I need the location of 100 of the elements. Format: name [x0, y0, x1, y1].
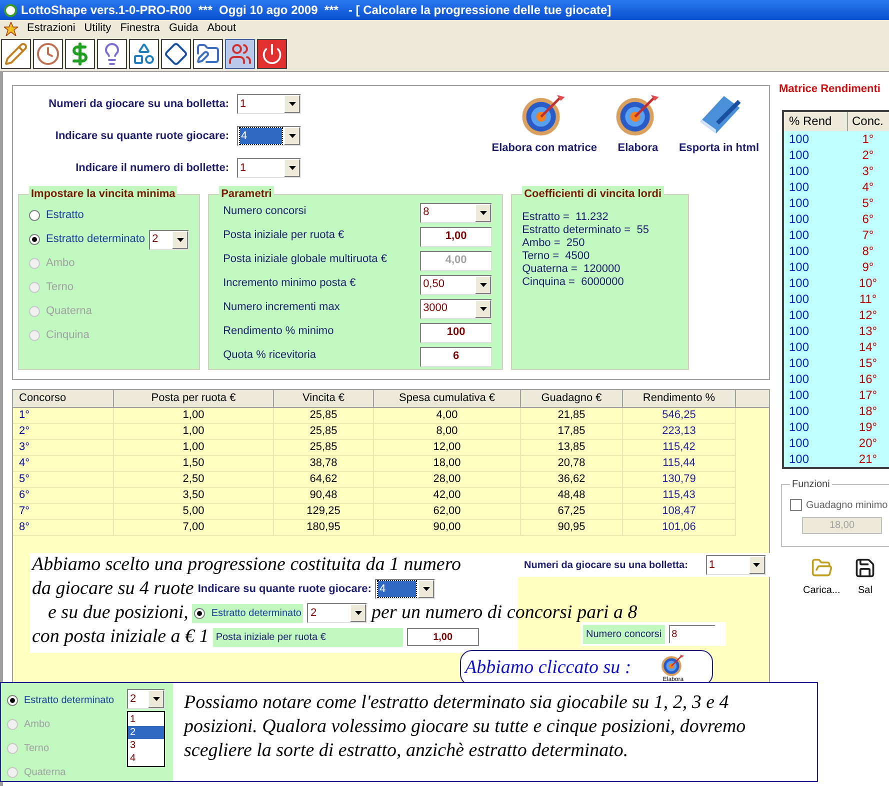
column-header[interactable]: Posta per ruota €	[114, 390, 274, 408]
dropdown-field[interactable]: 0,50	[420, 274, 492, 294]
toolbar-button[interactable]	[65, 39, 95, 69]
dropdown-field[interactable]: 1	[237, 94, 301, 114]
table-cell: 115,43	[623, 488, 736, 504]
action-button[interactable]: Elabora	[614, 92, 661, 156]
table-cell: 21,85	[521, 408, 623, 424]
dropdown-option[interactable]: 3	[128, 739, 164, 752]
column-header[interactable]: % Rend	[784, 112, 848, 130]
dropdown-field[interactable]: 4	[237, 126, 301, 146]
table-cell-text: 2°	[861, 146, 875, 162]
note-text: Abbiamo scelto una progressione costituita da 1 numero	[32, 552, 462, 577]
toolbar-button[interactable]	[97, 39, 127, 69]
table-cell: 90,48	[274, 488, 374, 504]
caret-icon	[480, 210, 487, 214]
column-header[interactable]: Vincita €	[274, 390, 374, 408]
radio-button[interactable]	[194, 608, 206, 618]
column-header[interactable]: Spesa cumulativa €	[374, 390, 521, 408]
field-label: Quota % ricevitoria	[223, 348, 316, 362]
toolbar-button[interactable]	[33, 39, 63, 69]
table-cell-text: 100	[788, 322, 810, 338]
table-cell: 13,85	[521, 440, 623, 456]
action-button[interactable]: Esporta in html	[678, 92, 759, 156]
dropdown-option[interactable]: 2	[128, 726, 164, 739]
table-cell-text: 3°	[861, 162, 875, 178]
table-cell: 5,00	[114, 504, 274, 520]
table-cell: 1,00	[114, 408, 274, 424]
input-field[interactable]: 6	[420, 346, 492, 366]
toolbar-button[interactable]	[129, 39, 159, 69]
dropdown-option[interactable]: 4	[128, 752, 164, 765]
radio-label: Estratto determinato	[211, 606, 302, 620]
dropdown-field[interactable]: 2	[307, 603, 368, 623]
dropdown-field[interactable]: 1	[706, 555, 766, 575]
checkbox[interactable]	[790, 499, 802, 511]
column-header[interactable]: Rendimento %	[623, 390, 736, 408]
dropdown-option[interactable]: 1	[128, 713, 164, 726]
table-cell: 90,95	[521, 520, 623, 536]
menu-item[interactable]: Guida	[168, 20, 198, 37]
table-cell: 42,00	[374, 488, 521, 504]
table-cell: 38,78	[274, 456, 374, 472]
input-field[interactable]: 1,00	[420, 226, 492, 246]
toolbar-button[interactable]	[161, 39, 191, 69]
star-icon	[4, 22, 18, 36]
table-cell: 8,00	[374, 424, 521, 440]
toolbar-button[interactable]	[257, 39, 287, 69]
dropdown-field[interactable]: 1	[237, 158, 301, 178]
menu-item[interactable]: Utility	[84, 20, 112, 37]
table-cell-text: 11°	[858, 290, 878, 306]
table-cell-text: 100	[788, 162, 810, 178]
table-cell: 28,00	[374, 472, 521, 488]
table-cell: 546,25	[623, 408, 736, 424]
table-cell: 25,85	[274, 408, 374, 424]
dropdown-field[interactable]: 2	[127, 689, 165, 709]
column-header[interactable]: Concorso	[13, 390, 114, 408]
table-cell-text: 6°	[861, 210, 875, 226]
explanation-text: Possiamo notare come l'estratto determinato sia giocabile su 1, 2, 3 e 4 posizioni. Qualora volessimo giocare su tutte e cinque posizioni, dovremo scegliere la sorte di estratto, anzichè estratto determinato.	[182, 691, 747, 763]
file-button[interactable]: Carica...	[803, 556, 840, 598]
table-cell-text: 100	[788, 226, 810, 242]
dropdown-field[interactable]: 2	[149, 230, 190, 250]
checkbox-label: Guadagno minimo	[806, 498, 888, 512]
table-cell-text: 10°	[858, 274, 878, 290]
group-title: Funzioni	[791, 478, 831, 492]
radio-button[interactable]	[7, 695, 18, 706]
input-field[interactable]: 8	[668, 625, 715, 643]
radio-button[interactable]	[29, 210, 40, 221]
toolbar-button[interactable]	[193, 39, 223, 69]
dropdown-field[interactable]: 3000	[420, 298, 492, 318]
menu-item[interactable]: Finestra	[120, 20, 160, 37]
file-button[interactable]: Sal	[854, 556, 876, 598]
menu-item[interactable]: Estrazioni	[27, 20, 76, 37]
column-header[interactable]: Guadagno €	[521, 390, 623, 408]
table-cell-text: 7°	[861, 226, 875, 242]
table-cell: 130,79	[623, 472, 736, 488]
table-cell-text: 100	[788, 402, 810, 418]
input-field[interactable]: 1,00	[406, 628, 479, 646]
column-header[interactable]: Conc.	[848, 112, 889, 130]
action-button[interactable]: Elabora con matrice	[492, 92, 597, 156]
table-cell: 115,42	[623, 440, 736, 456]
table-cell-text: 4°	[861, 178, 875, 194]
table-cell-text: 5°	[861, 194, 875, 210]
toolbar-button[interactable]	[1, 39, 31, 69]
menu-item[interactable]: About	[207, 20, 236, 37]
note-text: con posta iniziale a € 1	[32, 624, 209, 649]
table-cell-text: 100	[788, 418, 810, 434]
table-cell: 64,62	[274, 472, 374, 488]
input-field[interactable]: 100	[420, 322, 492, 342]
table-cell-text: 100	[788, 354, 810, 370]
table-cell: 101,06	[623, 520, 736, 536]
table-cell: 108,47	[623, 504, 736, 520]
radio-label: Ambo	[46, 256, 75, 272]
table-cell-text: 100	[788, 130, 810, 146]
dropdown-field[interactable]: 8	[420, 202, 492, 222]
dropdown-field[interactable]: 4	[375, 579, 436, 599]
table-cell: 115,44	[623, 456, 736, 472]
table-cell: 90,00	[374, 520, 521, 536]
table-cell: 1°	[13, 408, 114, 424]
radio-button[interactable]	[29, 234, 40, 245]
folder-pen-icon	[196, 42, 220, 66]
table-cell-text: 8°	[861, 242, 875, 258]
table-cell: 7,00	[114, 520, 274, 536]
